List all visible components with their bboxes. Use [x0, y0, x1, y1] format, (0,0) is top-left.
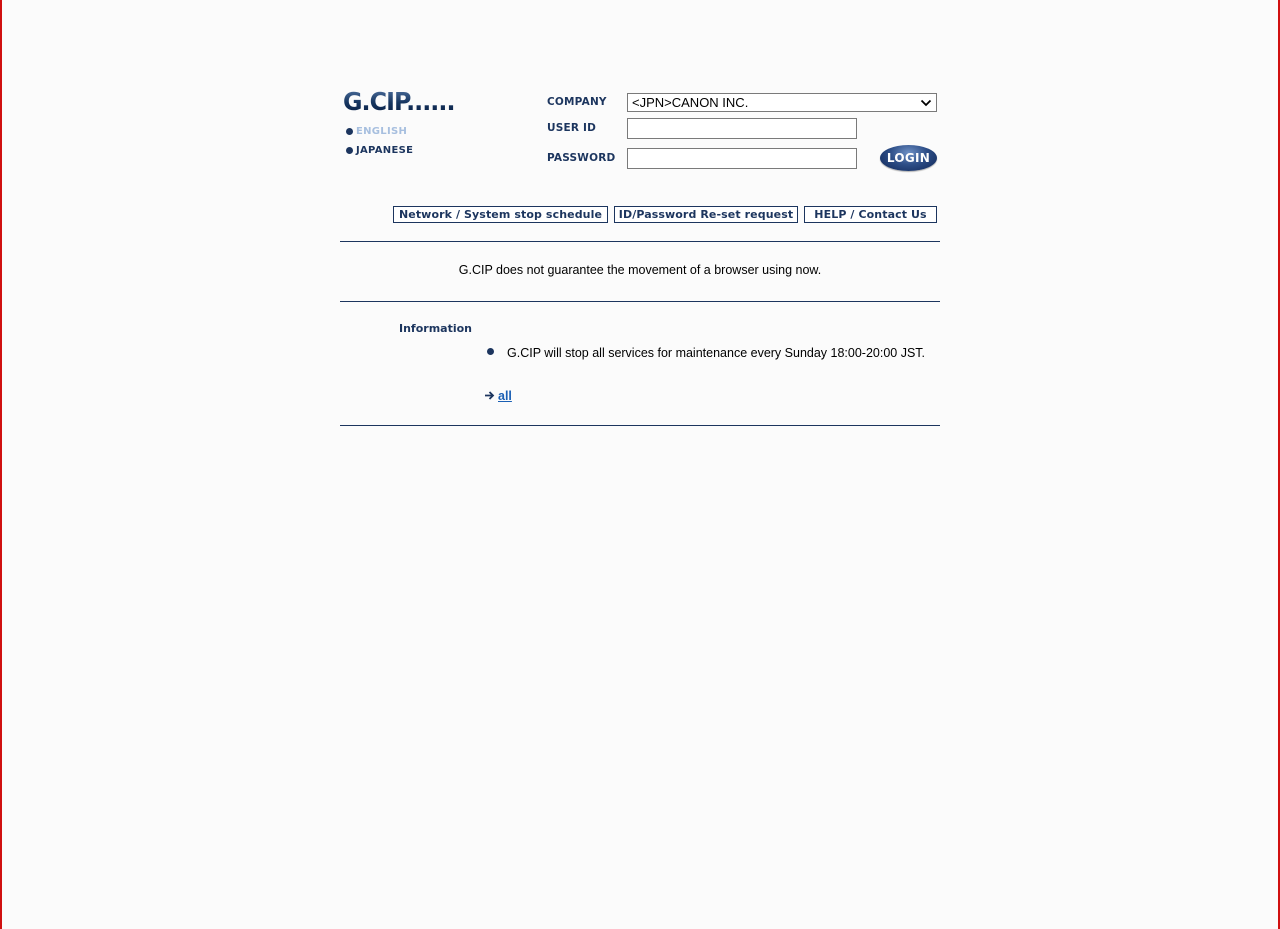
bullet-icon: [487, 348, 494, 355]
chevron-down-icon: [920, 99, 932, 106]
company-select[interactable]: <JPN>CANON INC.: [627, 93, 937, 112]
divider: [340, 241, 940, 242]
bullet-icon: [346, 147, 353, 154]
language-japanese-label: JAPANESE: [356, 145, 414, 156]
language-japanese-link[interactable]: JAPANESE: [346, 145, 413, 156]
bullet-icon: [346, 128, 353, 135]
divider: [340, 301, 940, 302]
company-select-value: <JPN>CANON INC.: [632, 95, 749, 110]
login-button[interactable]: LOGIN: [880, 145, 937, 171]
password-label: PASSWORD: [547, 152, 616, 164]
divider: [340, 425, 940, 426]
password-reset-button[interactable]: ID/Password Re-set request: [614, 206, 798, 223]
help-contact-button[interactable]: HELP / Contact Us: [804, 206, 937, 223]
information-heading: Information: [399, 322, 472, 335]
all-information-link[interactable]: all: [498, 389, 512, 403]
language-english-link[interactable]: ENGLISH: [346, 126, 407, 137]
language-english-label: ENGLISH: [356, 126, 408, 137]
arrow-right-icon: [485, 391, 495, 400]
userid-label: USER ID: [547, 122, 597, 134]
company-label: COMPANY: [547, 96, 607, 108]
network-schedule-button[interactable]: Network / System stop schedule: [393, 206, 608, 223]
gcip-logo: G.CIP......: [343, 87, 455, 116]
login-page: G.CIP...... ENGLISH JAPANESE COMPANY <JP…: [340, 0, 940, 929]
information-item: G.CIP will stop all services for mainten…: [507, 346, 926, 360]
browser-notice: G.CIP does not guarantee the movement of…: [458, 263, 822, 277]
userid-input[interactable]: [627, 118, 857, 139]
password-input[interactable]: [627, 148, 857, 169]
